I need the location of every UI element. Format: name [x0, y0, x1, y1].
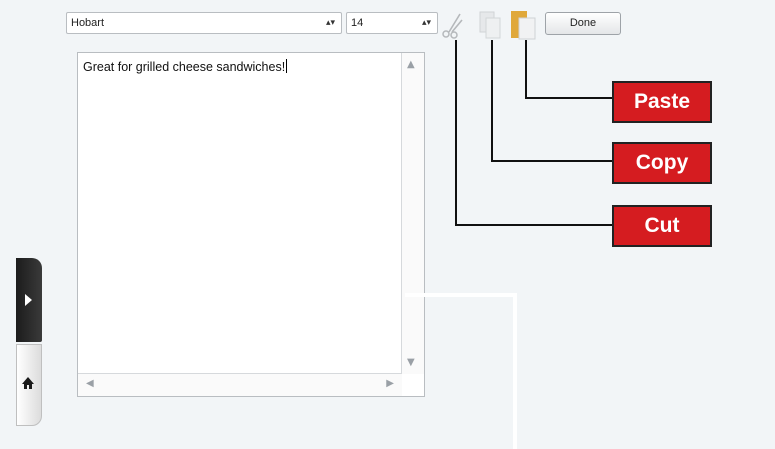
highlight-line [513, 293, 517, 449]
scroll-right-icon[interactable]: ▶ [386, 378, 394, 389]
cut-callout-line [455, 224, 614, 226]
editor-text: Great for grilled cheese sandwiches! [83, 60, 286, 74]
cut-callout-line [455, 40, 457, 226]
scroll-left-icon[interactable]: ◀ [86, 378, 94, 389]
paste-icon [511, 11, 536, 40]
font-select-value: Hobart [71, 17, 105, 29]
home-button[interactable] [16, 344, 42, 426]
paste-button[interactable] [508, 8, 542, 40]
select-arrows-icon: ▴▾ [421, 18, 431, 28]
scissors-icon [442, 13, 463, 39]
cut-button[interactable] [440, 8, 466, 40]
side-tab[interactable] [16, 258, 42, 426]
scroll-up-icon[interactable]: ▲ [407, 59, 415, 70]
copy-callout-line [491, 160, 614, 162]
copy-button[interactable] [474, 8, 506, 40]
highlight-line [405, 293, 517, 297]
select-arrows-icon: ▴▾ [325, 18, 335, 28]
editor-content: Great for grilled cheese sandwiches! [83, 59, 288, 74]
paste-callout: Paste [612, 81, 712, 123]
font-size-select[interactable]: 14 ▴▾ [346, 12, 438, 34]
font-size-value: 14 [351, 17, 364, 29]
paste-callout-line [525, 97, 614, 99]
scroll-down-icon[interactable]: ▼ [407, 357, 415, 368]
copy-callout: Copy [612, 142, 712, 184]
vertical-scrollbar[interactable]: ▲ ▼ [401, 53, 424, 374]
copy-callout-line [491, 40, 493, 162]
expand-panel-button[interactable] [16, 258, 42, 342]
cut-callout: Cut [612, 205, 712, 247]
play-arrow-icon [25, 294, 32, 306]
text-caret [286, 59, 288, 73]
copy-icon [479, 11, 501, 39]
horizontal-scrollbar[interactable]: ◀ ▶ [78, 373, 402, 396]
home-icon [22, 377, 34, 389]
font-select[interactable]: Hobart ▴▾ [66, 12, 342, 34]
text-editor[interactable]: Great for grilled cheese sandwiches! ▲ ▼… [77, 52, 425, 397]
done-button[interactable]: Done [545, 12, 621, 35]
paste-callout-line [525, 40, 527, 99]
